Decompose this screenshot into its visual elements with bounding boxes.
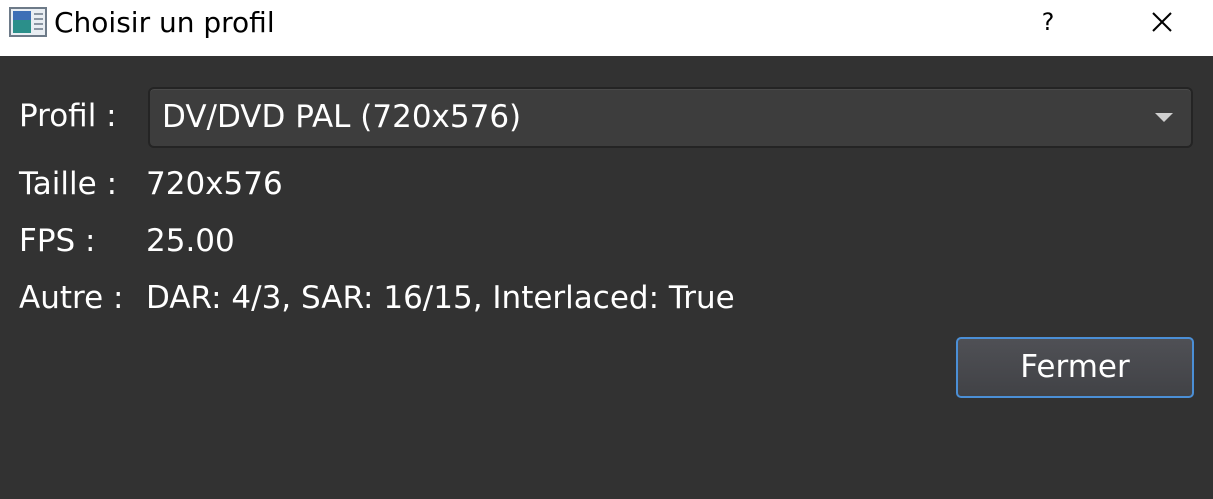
other-label: Autre : [19,280,124,316]
profile-label: Profil : [19,98,117,134]
close-button[interactable] [1138,0,1186,44]
app-icon [9,7,47,37]
close-icon [1152,12,1172,32]
size-label: Taille : [19,166,118,202]
dialog-content: Profil : DV/DVD PAL (720x576) Taille : 7… [0,56,1213,499]
other-value: DAR: 4/3, SAR: 16/15, Interlaced: True [146,280,735,316]
chevron-down-icon [1155,113,1173,122]
size-value: 720x576 [146,166,283,202]
fps-value: 25.00 [146,223,235,259]
window-title: Choisir un profil [54,6,275,39]
title-bar: Choisir un profil ? [0,0,1213,56]
fps-label: FPS : [19,223,96,259]
help-button[interactable]: ? [1026,0,1070,44]
close-dialog-button[interactable]: Fermer [956,337,1194,398]
profile-select-value: DV/DVD PAL (720x576) [162,99,522,135]
profile-select[interactable]: DV/DVD PAL (720x576) [148,87,1193,148]
